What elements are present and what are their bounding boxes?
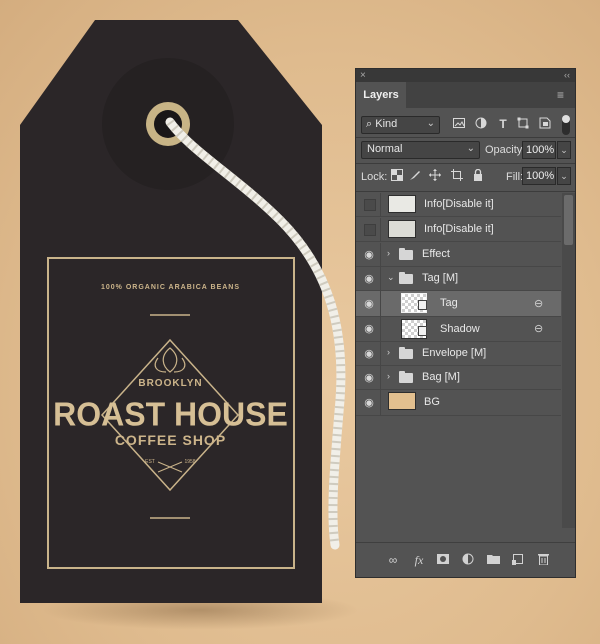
image-filter-icon[interactable] <box>452 117 466 131</box>
folder-icon <box>399 248 413 260</box>
layer-color-thumbnail <box>388 392 416 410</box>
link-layers-icon[interactable]: ∞ <box>386 553 400 567</box>
panel-tabrow: Layers ≡ <box>356 82 575 108</box>
eye-icon[interactable]: ◉ <box>362 272 376 286</box>
layer-name: Effect <box>422 248 450 260</box>
chevron-down-icon[interactable]: ⌄ <box>387 272 395 283</box>
eye-icon[interactable]: ◉ <box>362 371 376 385</box>
layer-name: Bag [M] <box>422 371 460 383</box>
layer-list-scrollbar[interactable] <box>562 193 575 528</box>
fx-icon[interactable]: fx <box>412 553 426 567</box>
est-left: EST <box>145 459 155 465</box>
panel-titlebar: × ‹‹ <box>356 69 575 82</box>
trash-icon[interactable] <box>536 553 550 567</box>
shape-filter-icon[interactable] <box>516 117 530 131</box>
layer-name: BG <box>424 396 440 408</box>
fill-field[interactable]: 100% <box>522 167 556 185</box>
tagline: 100% ORGANIC ARABICA BEANS <box>100 284 241 291</box>
new-group-icon[interactable] <box>486 553 500 567</box>
lock-position-icon[interactable] <box>428 169 442 183</box>
blend-mode-select[interactable]: Normal ⌄ <box>361 141 480 159</box>
visibility-toggle-off[interactable] <box>364 224 376 236</box>
layer-row-envelope[interactable]: ◉ › Envelope [M] <box>356 342 561 366</box>
chevron-right-icon[interactable]: › <box>387 248 390 258</box>
link-icon: ⊖ <box>534 323 544 335</box>
layer-thumbnail <box>388 220 416 238</box>
adjustment-filter-icon[interactable] <box>474 117 488 131</box>
folder-icon <box>399 371 413 383</box>
chevron-right-icon[interactable]: › <box>387 347 390 357</box>
brand-title: ROAST HOUSE <box>53 395 288 433</box>
eye-icon[interactable]: ◉ <box>362 322 376 336</box>
opacity-field[interactable]: 100% <box>522 141 556 159</box>
opacity-dropdown[interactable]: ⌄ <box>557 141 571 159</box>
lock-artboard-icon[interactable] <box>450 169 464 183</box>
lock-all-icon[interactable] <box>471 168 485 183</box>
type-filter-icon[interactable]: T <box>496 117 510 131</box>
blend-mode-value: Normal <box>367 143 403 155</box>
filter-kind-select[interactable]: ⌕ Kind ⌄ <box>361 116 440 134</box>
layer-row-effect[interactable]: ◉ › Effect <box>356 243 561 267</box>
layer-list: Info[Disable it] Info[Disable it] ◉ › Ef… <box>356 193 561 528</box>
chevron-right-icon[interactable]: › <box>387 371 390 381</box>
layer-row-tag-group[interactable]: ◉ ⌄ Tag [M] <box>356 267 561 291</box>
layer-row-tag[interactable]: ◉ Tag ⊖ <box>356 291 561 317</box>
lock-pixels-icon[interactable] <box>408 169 422 183</box>
layer-name: Info[Disable it] <box>424 223 494 235</box>
close-icon[interactable]: × <box>360 69 366 82</box>
folder-icon <box>399 347 413 359</box>
layer-row-shadow[interactable]: ◉ Shadow ⊖ <box>356 317 561 342</box>
opacity-label: Opacity: <box>485 144 526 156</box>
layer-row-info-1[interactable]: Info[Disable it] <box>356 193 561 217</box>
folder-open-icon <box>399 272 413 284</box>
link-icon: ⊖ <box>534 298 544 310</box>
city-text: BROOKLYN <box>138 378 203 389</box>
layer-row-info-2[interactable]: Info[Disable it] <box>356 218 561 242</box>
lock-transparency-icon[interactable] <box>390 169 404 183</box>
search-icon: ⌕ <box>366 118 373 130</box>
smartobject-badge-icon <box>418 326 427 336</box>
lock-label: Lock: <box>361 171 388 183</box>
layers-panel: × ‹‹ Layers ≡ ⌕ Kind ⌄ T Normal ⌄ Opacit… <box>355 68 576 578</box>
collapse-icon[interactable]: ‹‹ <box>564 69 570 82</box>
visibility-toggle-off[interactable] <box>364 199 376 211</box>
layer-name: Info[Disable it] <box>424 198 494 210</box>
fill-dropdown[interactable]: ⌄ <box>557 167 571 185</box>
chevron-down-icon: ⌄ <box>426 118 435 129</box>
filter-toggle[interactable] <box>562 115 570 135</box>
new-layer-icon[interactable] <box>511 553 525 567</box>
layer-row-bg[interactable]: ◉ BG <box>356 390 561 416</box>
layer-name: Tag [M] <box>422 272 459 284</box>
fill-label: Fill: <box>506 171 524 183</box>
smartobject-badge-icon <box>418 300 427 310</box>
layer-name: Envelope [M] <box>422 347 487 359</box>
filter-kind-label: Kind <box>375 118 398 130</box>
smartobject-filter-icon[interactable] <box>538 117 552 131</box>
eye-icon[interactable]: ◉ <box>362 396 376 410</box>
mask-icon[interactable] <box>436 553 450 567</box>
panel-bottom-toolbar: ∞ fx <box>356 542 575 578</box>
adjustment-icon[interactable] <box>461 553 475 567</box>
layer-name: Tag <box>440 297 458 309</box>
tab-layers[interactable]: Layers <box>356 82 406 108</box>
layer-name: Shadow <box>440 323 480 335</box>
eye-icon[interactable]: ◉ <box>362 248 376 262</box>
chevron-down-icon: ⌄ <box>466 143 475 154</box>
panel-menu-icon[interactable]: ≡ <box>557 89 569 101</box>
layer-thumbnail <box>388 195 416 213</box>
eye-icon[interactable]: ◉ <box>362 297 376 311</box>
eye-icon[interactable]: ◉ <box>362 347 376 361</box>
brand-subtitle: COFFEE SHOP <box>114 432 227 448</box>
layer-row-bag[interactable]: ◉ › Bag [M] <box>356 366 561 390</box>
est-right: 1958 <box>184 459 196 465</box>
